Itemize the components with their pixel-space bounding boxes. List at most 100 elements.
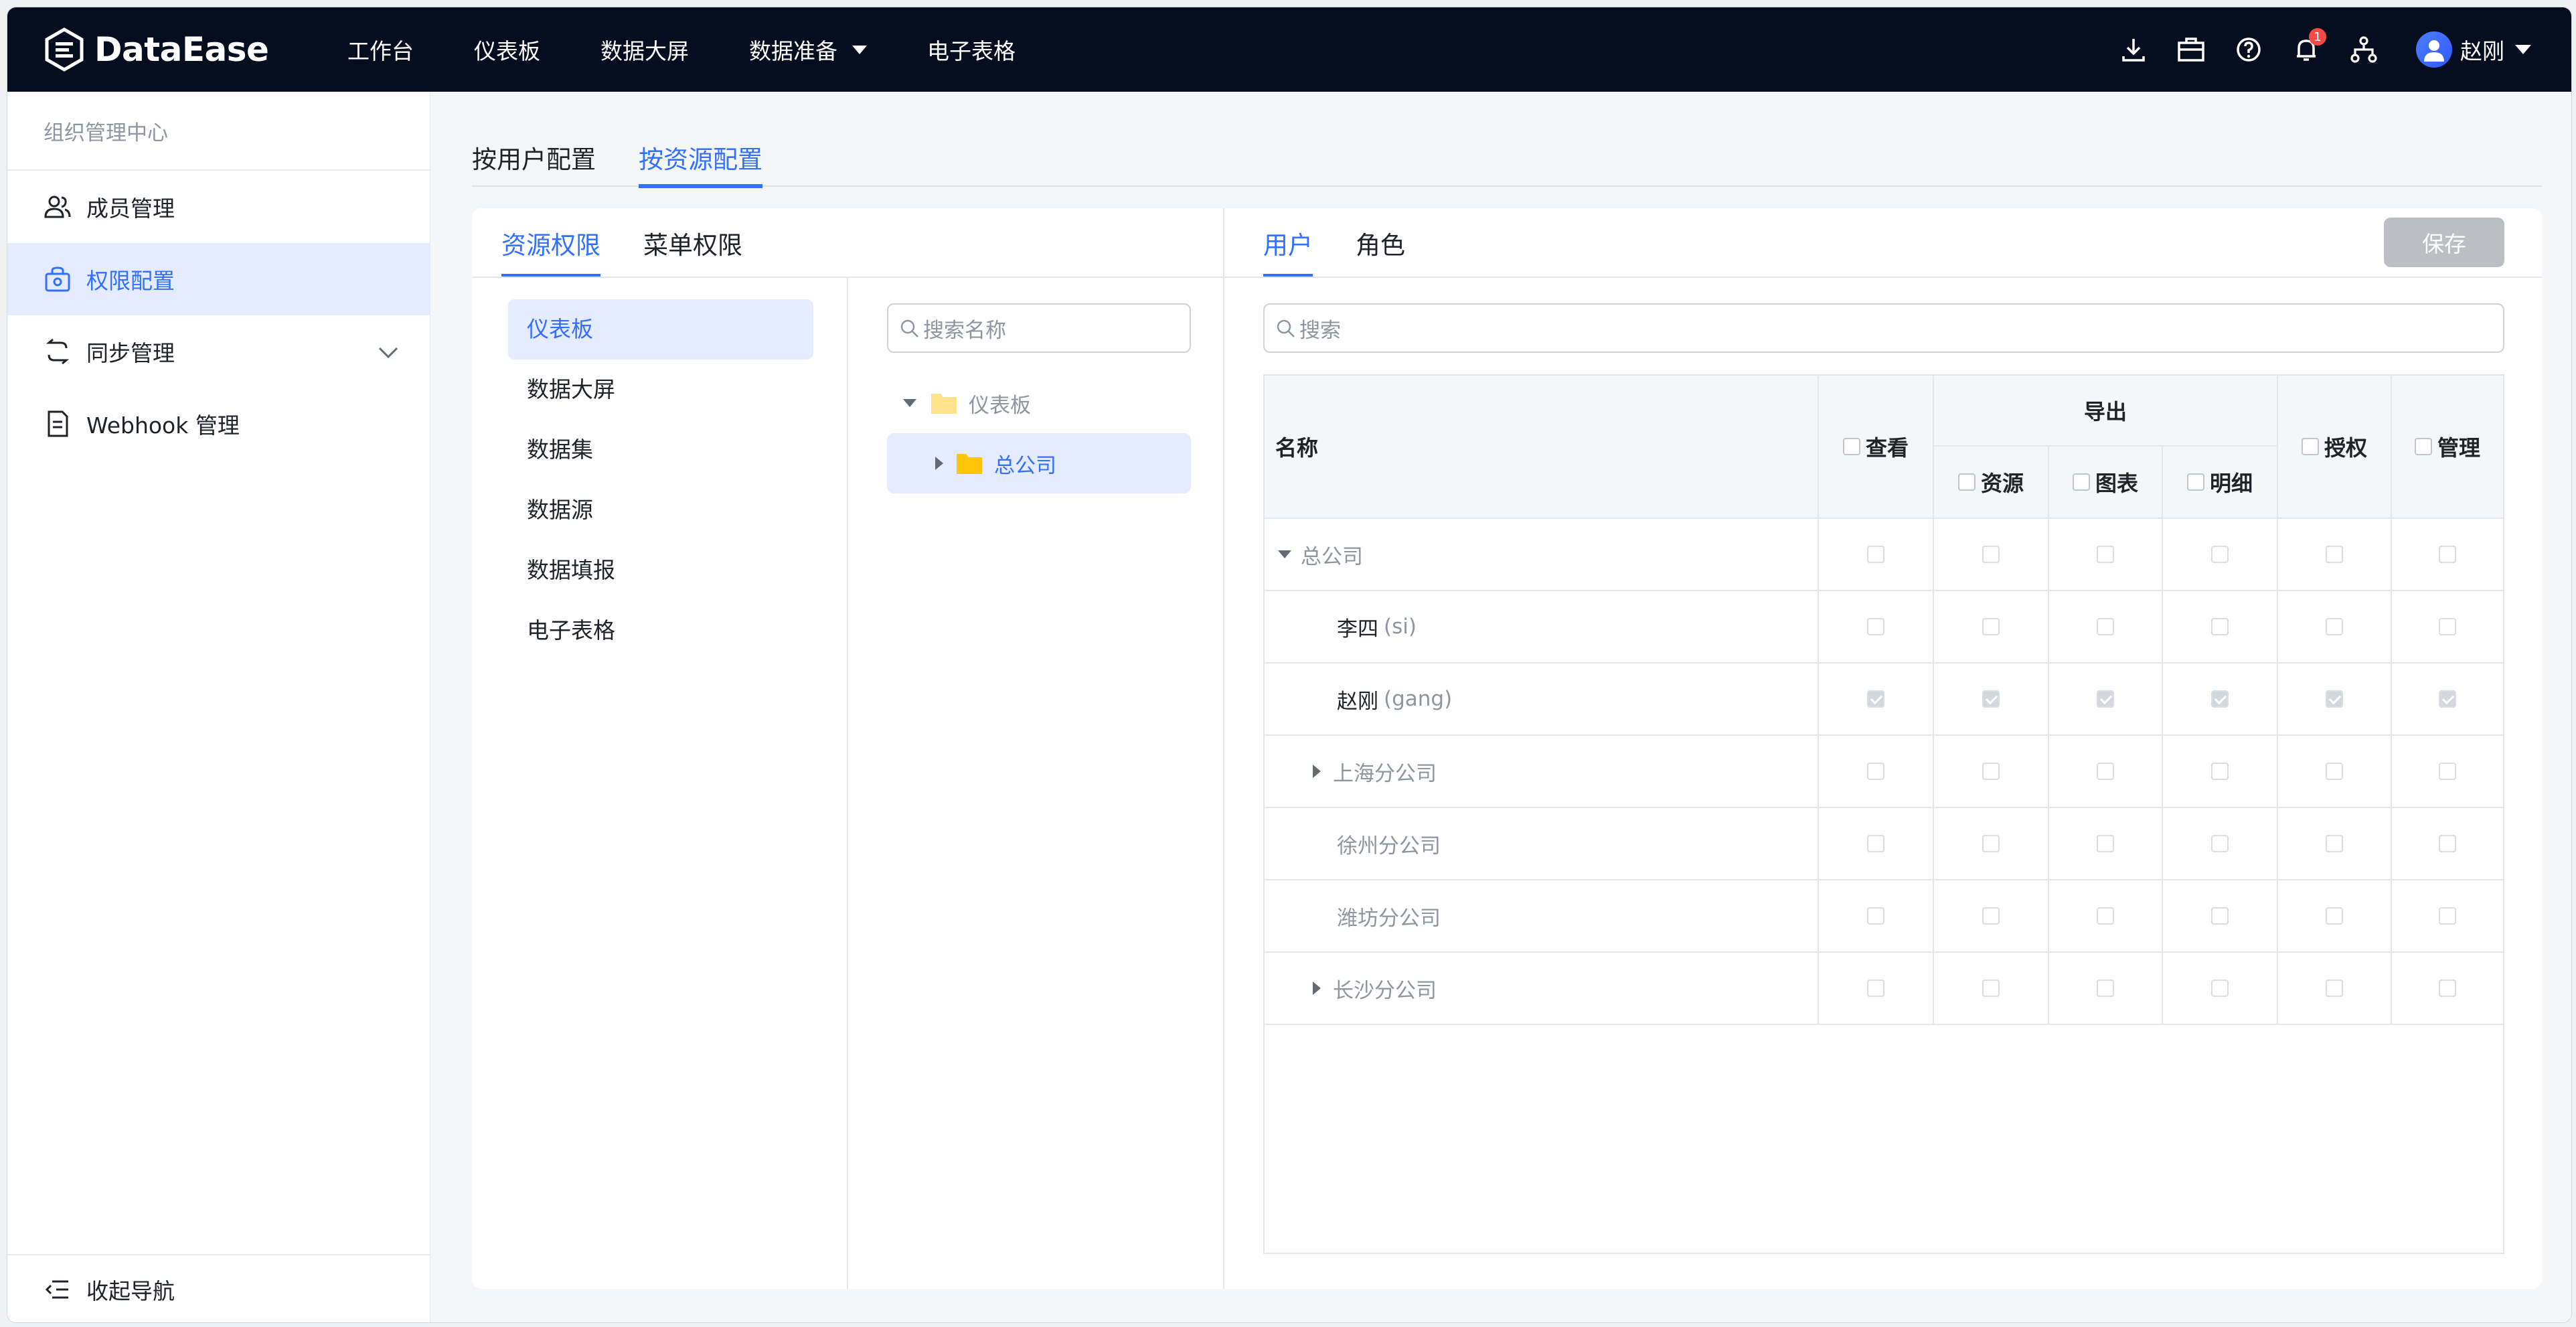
sidebar-item-label: 成员管理 — [86, 196, 175, 222]
select-all-export-detail-checkbox[interactable] — [2186, 473, 2204, 491]
permission-checkbox[interactable] — [2326, 980, 2343, 997]
sidebar-item-webhook[interactable]: Webhook 管理 — [7, 388, 430, 460]
permission-checkbox[interactable] — [2097, 546, 2114, 563]
toolbox-icon[interactable] — [2174, 32, 2208, 67]
permission-checkbox[interactable] — [1982, 546, 2000, 563]
permission-checkbox[interactable] — [2439, 835, 2456, 852]
permission-checkbox[interactable] — [1982, 690, 2000, 708]
tab-resource-permission[interactable]: 资源权限 — [501, 208, 600, 278]
permission-checkbox[interactable] — [2211, 835, 2229, 852]
nav-data-screen[interactable]: 数据大屏 — [600, 33, 689, 66]
permission-checkbox[interactable] — [2326, 690, 2343, 708]
tree-node-selected[interactable]: 总公司 — [887, 433, 1191, 493]
tab-user[interactable]: 用户 — [1263, 208, 1313, 278]
header-label: 查看 — [1865, 435, 1909, 461]
permission-checkbox[interactable] — [1867, 546, 1884, 563]
permission-checkbox[interactable] — [2097, 835, 2114, 852]
select-all-export-resource-checkbox[interactable] — [1957, 473, 1976, 491]
help-icon[interactable] — [2231, 32, 2266, 67]
select-all-export-chart-checkbox[interactable] — [2072, 473, 2090, 491]
sidebar-item-label: 权限配置 — [86, 268, 175, 294]
permission-checkbox[interactable] — [1982, 980, 2000, 997]
org-structure-icon[interactable] — [2346, 32, 2381, 67]
permission-checkbox[interactable] — [2326, 618, 2343, 635]
collapse-nav-button[interactable]: 收起导航 — [7, 1254, 430, 1322]
permission-checkbox[interactable] — [2097, 980, 2114, 997]
chevron-down-icon[interactable] — [377, 341, 400, 364]
permission-checkbox[interactable] — [2097, 618, 2114, 635]
column-header-view: 查看 — [1819, 376, 1934, 519]
permission-checkbox[interactable] — [2097, 907, 2114, 925]
permission-checkbox[interactable] — [2439, 690, 2456, 708]
select-all-view-checkbox[interactable] — [1842, 438, 1860, 455]
permission-checkbox[interactable] — [1982, 835, 2000, 852]
logo-text: DataEase — [94, 30, 269, 69]
sidebar-item-permissions[interactable]: 权限配置 — [7, 243, 430, 315]
permission-cell — [1819, 953, 1934, 1024]
select-all-authorize-checkbox[interactable] — [2301, 438, 2319, 455]
resource-search-input[interactable]: 搜索名称 — [887, 303, 1191, 353]
tab-by-resource[interactable]: 按资源配置 — [639, 128, 762, 188]
permission-checkbox[interactable] — [2211, 763, 2229, 780]
tab-menu-permission[interactable]: 菜单权限 — [643, 208, 742, 278]
header-label: 资源 — [1980, 471, 2024, 496]
permission-checkbox[interactable] — [1867, 835, 1884, 852]
tree-node-root[interactable]: 仪表板 — [887, 373, 1191, 433]
permission-checkbox[interactable] — [2211, 690, 2229, 708]
tab-role[interactable]: 角色 — [1356, 208, 1405, 278]
permission-checkbox[interactable] — [2326, 907, 2343, 925]
permission-checkbox[interactable] — [2211, 907, 2229, 925]
caret-down-icon[interactable] — [1278, 550, 1291, 558]
permission-checkbox[interactable] — [1867, 618, 1884, 635]
permission-checkbox[interactable] — [1867, 763, 1884, 780]
caret-right-icon[interactable] — [1313, 982, 1321, 995]
download-icon[interactable] — [2116, 32, 2151, 67]
list-item[interactable]: 仪表板 — [508, 299, 813, 360]
permission-checkbox[interactable] — [1982, 618, 2000, 635]
nav-data-prep[interactable]: 数据准备 — [749, 33, 867, 66]
nav-dashboard[interactable]: 仪表板 — [474, 33, 540, 66]
sidebar-item-sync[interactable]: 同步管理 — [7, 315, 430, 388]
permission-checkbox[interactable] — [2211, 546, 2229, 563]
permission-checkbox[interactable] — [2097, 690, 2114, 708]
permission-cell — [2278, 519, 2392, 590]
users-icon — [42, 191, 73, 222]
permission-checkbox[interactable] — [1982, 763, 2000, 780]
permission-checkbox[interactable] — [2097, 763, 2114, 780]
notification-icon[interactable]: 1 — [2289, 28, 2326, 67]
save-button[interactable]: 保存 — [2384, 218, 2504, 267]
permission-checkbox[interactable] — [2326, 763, 2343, 780]
permission-checkbox[interactable] — [2439, 546, 2456, 563]
divider — [1223, 208, 1224, 1289]
permission-cell — [2049, 880, 2163, 951]
sidebar-item-members[interactable]: 成员管理 — [7, 171, 430, 243]
permission-cell — [1934, 953, 2049, 1024]
permission-cell — [1819, 808, 1934, 879]
list-item[interactable]: 数据集 — [508, 420, 813, 480]
permission-checkbox[interactable] — [2439, 618, 2456, 635]
permission-checkbox[interactable] — [2326, 835, 2343, 852]
user-search-input[interactable]: 搜索 — [1263, 303, 2504, 353]
permission-checkbox[interactable] — [1867, 907, 1884, 925]
list-item[interactable]: 数据源 — [508, 480, 813, 540]
permission-checkbox[interactable] — [1982, 907, 2000, 925]
permission-checkbox[interactable] — [2439, 907, 2456, 925]
list-item[interactable]: 数据填报 — [508, 540, 813, 601]
select-all-manage-checkbox[interactable] — [2414, 438, 2432, 455]
permission-checkbox[interactable] — [2211, 980, 2229, 997]
column-header-authorize: 授权 — [2278, 376, 2392, 519]
permission-checkbox[interactable] — [1867, 980, 1884, 997]
nav-workbench[interactable]: 工作台 — [347, 33, 414, 66]
permission-checkbox[interactable] — [1867, 690, 1884, 708]
permission-checkbox[interactable] — [2326, 546, 2343, 563]
permission-checkbox[interactable] — [2211, 618, 2229, 635]
list-item[interactable]: 数据大屏 — [508, 360, 813, 420]
tab-by-user[interactable]: 按用户配置 — [472, 128, 596, 187]
user-menu[interactable]: 赵刚 — [2416, 31, 2531, 68]
caret-right-icon[interactable] — [1313, 765, 1321, 778]
permission-checkbox[interactable] — [2439, 763, 2456, 780]
permission-checkbox[interactable] — [2439, 980, 2456, 997]
logo[interactable]: DataEase — [42, 27, 269, 72]
nav-spreadsheet[interactable]: 电子表格 — [927, 33, 1016, 66]
list-item[interactable]: 电子表格 — [508, 601, 813, 661]
